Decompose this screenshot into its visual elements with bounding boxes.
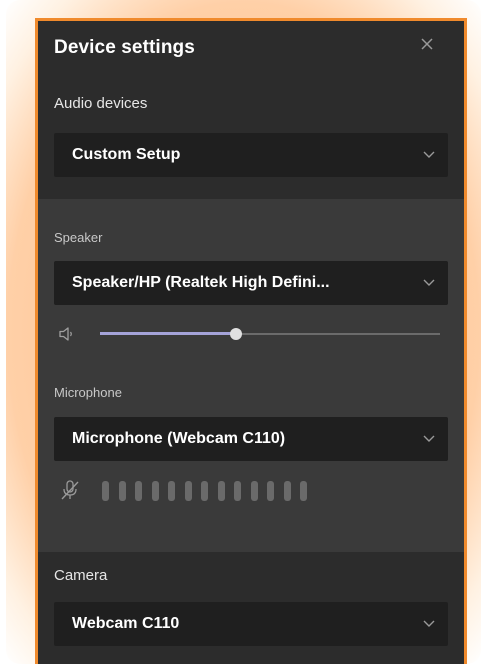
- speaker-value: Speaker/HP (Realtek High Defini...: [72, 274, 330, 291]
- slider-thumb[interactable]: [230, 328, 242, 340]
- speaker-volume-slider[interactable]: [100, 324, 440, 344]
- meter-segment: [151, 481, 159, 501]
- meter-segment: [250, 481, 258, 501]
- chevron-down-icon: [423, 279, 435, 286]
- microphone-muted-icon: [61, 480, 79, 500]
- meter-segment: [283, 481, 291, 501]
- meter-segment: [234, 481, 241, 501]
- microphone-level-meter: [102, 481, 307, 501]
- microphone-dropdown[interactable]: Microphone (Webcam C110): [54, 417, 448, 461]
- microphone-label: Microphone: [54, 385, 122, 400]
- dialog-title: Device settings: [54, 37, 195, 58]
- device-settings-panel: Device settings Audio devices Custom Set…: [35, 18, 467, 664]
- meter-segment: [168, 481, 175, 501]
- audio-devices-dropdown[interactable]: Custom Setup: [54, 133, 448, 177]
- audio-devices-label: Audio devices: [54, 95, 148, 112]
- camera-label: Camera: [54, 567, 108, 584]
- meter-segment: [300, 481, 307, 501]
- chevron-down-icon: [423, 151, 435, 158]
- meter-segment: [267, 481, 274, 501]
- meter-segment: [201, 481, 208, 501]
- speaker-volume-icon: [59, 327, 72, 341]
- camera-value: Webcam C110: [72, 615, 180, 632]
- meter-segment: [118, 481, 126, 501]
- camera-dropdown[interactable]: Webcam C110: [54, 602, 448, 646]
- meter-segment: [135, 481, 142, 501]
- meter-segment: [102, 481, 109, 501]
- microphone-value: Microphone (Webcam C110): [72, 430, 286, 447]
- chevron-down-icon: [423, 435, 435, 442]
- meter-segment: [184, 481, 192, 501]
- speaker-label: Speaker: [54, 230, 103, 245]
- meter-segment: [217, 481, 225, 501]
- close-icon: [421, 38, 433, 50]
- audio-devices-value: Custom Setup: [72, 146, 181, 163]
- speaker-dropdown[interactable]: Speaker/HP (Realtek High Defini...: [54, 261, 448, 305]
- chevron-down-icon: [423, 620, 435, 627]
- slider-fill: [100, 332, 236, 335]
- close-button[interactable]: [416, 33, 438, 55]
